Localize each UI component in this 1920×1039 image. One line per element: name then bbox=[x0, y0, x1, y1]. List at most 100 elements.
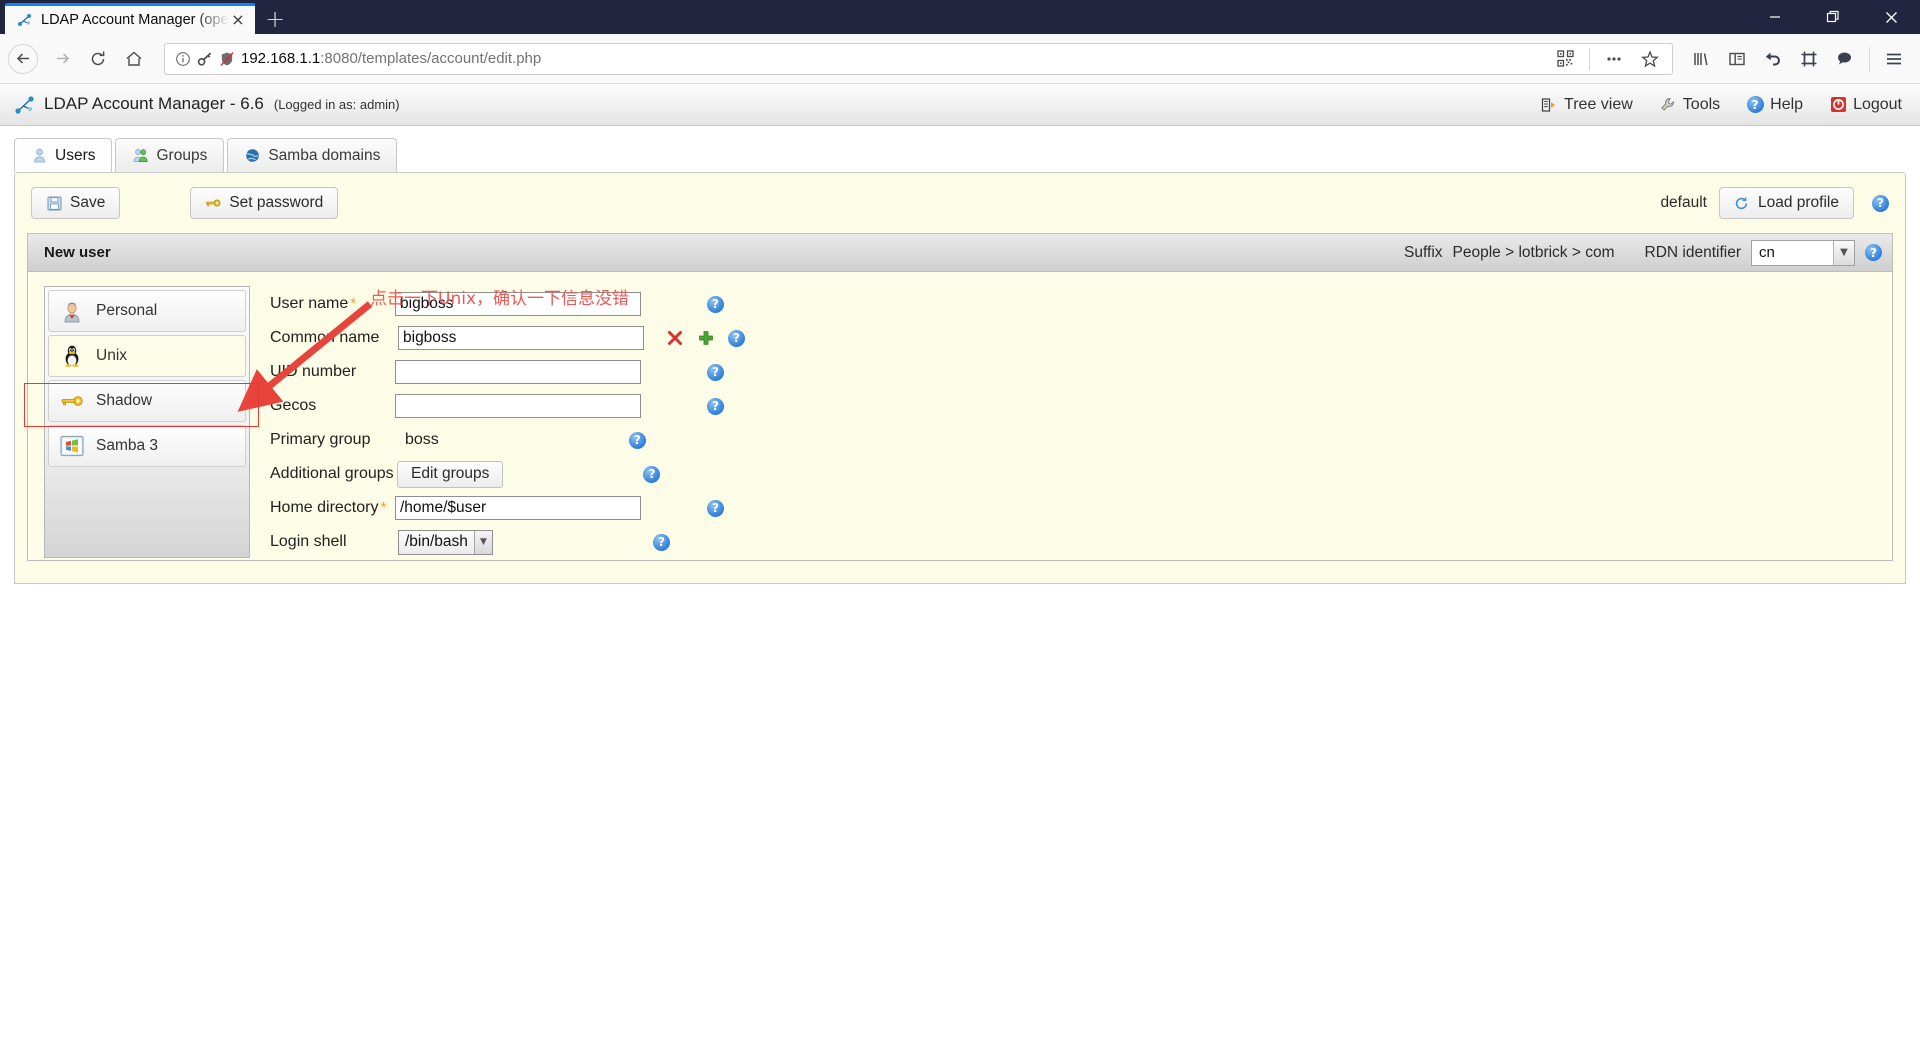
tab-groups[interactable]: Groups bbox=[115, 138, 225, 172]
page-actions-icon[interactable] bbox=[1596, 41, 1632, 77]
url-text[interactable]: 192.168.1.1:8080/templates/account/edit.… bbox=[241, 50, 1547, 67]
key-icon bbox=[59, 388, 85, 414]
new-user-header: New user Suffix People > lotbrick > com … bbox=[28, 234, 1892, 272]
help-icon[interactable]: ? bbox=[728, 329, 745, 347]
login-shell-select[interactable]: /bin/bash ▼ bbox=[398, 529, 493, 555]
field-label: Login shell bbox=[270, 533, 395, 551]
url-host: 192.168.1.1 bbox=[241, 50, 321, 67]
set-password-button[interactable]: Set password bbox=[190, 187, 339, 219]
action-toolbar: Save Set password default Load profile ? bbox=[15, 173, 1905, 233]
module-item-unix[interactable]: Unix bbox=[48, 335, 246, 377]
row-actions: ? bbox=[628, 431, 646, 449]
page-title: LDAP Account Manager - 6.6 bbox=[44, 93, 264, 113]
help-icon[interactable]: ? bbox=[1872, 194, 1889, 212]
nav-logout[interactable]: Logout bbox=[1829, 96, 1902, 114]
user-name-input[interactable] bbox=[395, 292, 641, 316]
suffix-value: People > lotbrick > com bbox=[1452, 243, 1615, 261]
module-item-personal[interactable]: Personal bbox=[48, 290, 246, 332]
save-button[interactable]: Save bbox=[31, 187, 121, 219]
field-label: User name * bbox=[270, 295, 395, 313]
suffix-rdn-group: Suffix People > lotbrick > com RDN ident… bbox=[1404, 239, 1882, 266]
help-icon: ? bbox=[1746, 96, 1764, 114]
tree-view-icon bbox=[1540, 96, 1558, 114]
module-body: Personal Unix Shadow Samba 3 User name *… bbox=[28, 272, 1892, 560]
reload-button[interactable] bbox=[80, 41, 116, 77]
field-control bbox=[395, 394, 641, 418]
form-row-user-name: User name* ? bbox=[270, 288, 745, 320]
chat-icon[interactable] bbox=[1827, 41, 1863, 77]
browser-tab-title: LDAP Account Manager (ope bbox=[41, 12, 229, 28]
help-icon[interactable]: ? bbox=[643, 465, 661, 483]
module-label: Unix bbox=[96, 347, 128, 364]
help-icon[interactable]: ? bbox=[707, 397, 724, 415]
home-button[interactable] bbox=[116, 41, 152, 77]
back-button[interactable] bbox=[8, 43, 38, 74]
maximize-icon[interactable] bbox=[1804, 0, 1862, 34]
account-edit-panel: Save Set password default Load profile ?… bbox=[14, 172, 1906, 584]
tab-users[interactable]: Users bbox=[14, 138, 113, 172]
screenshot-icon[interactable] bbox=[1791, 41, 1827, 77]
gecos-input[interactable] bbox=[395, 394, 641, 418]
rdn-identifier-value: cn bbox=[1759, 244, 1775, 261]
nav-tools[interactable]: Tools bbox=[1659, 96, 1720, 114]
field-control bbox=[395, 326, 644, 350]
nav-label: Help bbox=[1770, 95, 1804, 113]
app-nav: Tree view Tools ? Help Logout bbox=[1540, 96, 1902, 114]
bookmark-star-icon[interactable] bbox=[1632, 41, 1668, 77]
close-icon[interactable]: × bbox=[229, 11, 247, 29]
browser-tab[interactable]: LDAP Account Manager (ope × bbox=[5, 3, 255, 34]
nav-help[interactable]: ? Help bbox=[1746, 96, 1803, 114]
load-profile-button[interactable]: Load profile bbox=[1718, 187, 1854, 219]
help-icon[interactable]: ? bbox=[707, 499, 724, 517]
field-label: Common name bbox=[270, 329, 395, 347]
sidebar-icon[interactable] bbox=[1719, 41, 1755, 77]
nav-tree-view[interactable]: Tree view bbox=[1540, 96, 1633, 114]
form-row-primary-group: Primary group boss ? bbox=[270, 424, 745, 456]
info-icon[interactable] bbox=[175, 51, 191, 67]
help-icon[interactable]: ? bbox=[707, 363, 724, 381]
field-label: Additional groups bbox=[270, 465, 395, 483]
hamburger-menu-icon[interactable] bbox=[1876, 41, 1912, 77]
field-control: boss bbox=[395, 431, 439, 449]
load-profile-label: Load profile bbox=[1757, 194, 1839, 211]
field-control bbox=[395, 292, 641, 316]
help-icon[interactable]: ? bbox=[628, 431, 646, 449]
module-item-samba3[interactable]: Samba 3 bbox=[48, 425, 246, 467]
home-directory-input[interactable] bbox=[395, 496, 641, 520]
url-bar[interactable]: 192.168.1.1:8080/templates/account/edit.… bbox=[164, 41, 1673, 77]
close-window-icon[interactable] bbox=[1862, 0, 1920, 34]
new-tab-button[interactable]: + bbox=[257, 3, 293, 34]
library-icon[interactable] bbox=[1683, 41, 1719, 77]
group-icon bbox=[132, 147, 149, 164]
row-actions: ? bbox=[663, 499, 724, 517]
browser-titlebar: LDAP Account Manager (ope × + bbox=[0, 0, 1920, 34]
tab-label: Samba domains bbox=[268, 146, 381, 164]
help-icon[interactable]: ? bbox=[652, 533, 670, 551]
label-text: UID number bbox=[270, 363, 357, 380]
login-info: (Logged in as: admin) bbox=[273, 96, 400, 112]
undo-icon[interactable] bbox=[1755, 41, 1791, 77]
minimize-icon[interactable] bbox=[1746, 0, 1804, 34]
help-icon[interactable]: ? bbox=[1865, 244, 1882, 261]
rdn-identifier-select[interactable]: cn ▼ bbox=[1751, 239, 1855, 266]
field-control: /bin/bash ▼ bbox=[395, 529, 493, 555]
shield-crossed-icon[interactable] bbox=[219, 51, 235, 67]
delete-icon[interactable] bbox=[666, 330, 683, 347]
field-label: UID number bbox=[270, 363, 395, 381]
edit-groups-button[interactable]: Edit groups bbox=[397, 460, 504, 488]
uid-number-input[interactable] bbox=[395, 360, 641, 384]
row-actions: ? bbox=[663, 295, 724, 313]
common-name-input[interactable] bbox=[398, 326, 644, 350]
qr-code-icon[interactable] bbox=[1547, 41, 1583, 77]
floppy-disk-icon bbox=[46, 195, 62, 211]
add-icon[interactable] bbox=[697, 330, 714, 347]
module-item-shadow[interactable]: Shadow bbox=[48, 380, 246, 422]
forward-button bbox=[44, 41, 80, 77]
field-label: Primary group bbox=[270, 431, 395, 449]
url-path: :8080/templates/account/edit.php bbox=[320, 50, 542, 67]
tab-samba-domains[interactable]: Samba domains bbox=[227, 138, 398, 172]
help-icon[interactable]: ? bbox=[707, 295, 724, 313]
module-label: Samba 3 bbox=[96, 437, 159, 454]
key-icon[interactable] bbox=[197, 51, 213, 67]
new-user-container: New user Suffix People > lotbrick > com … bbox=[27, 233, 1893, 561]
